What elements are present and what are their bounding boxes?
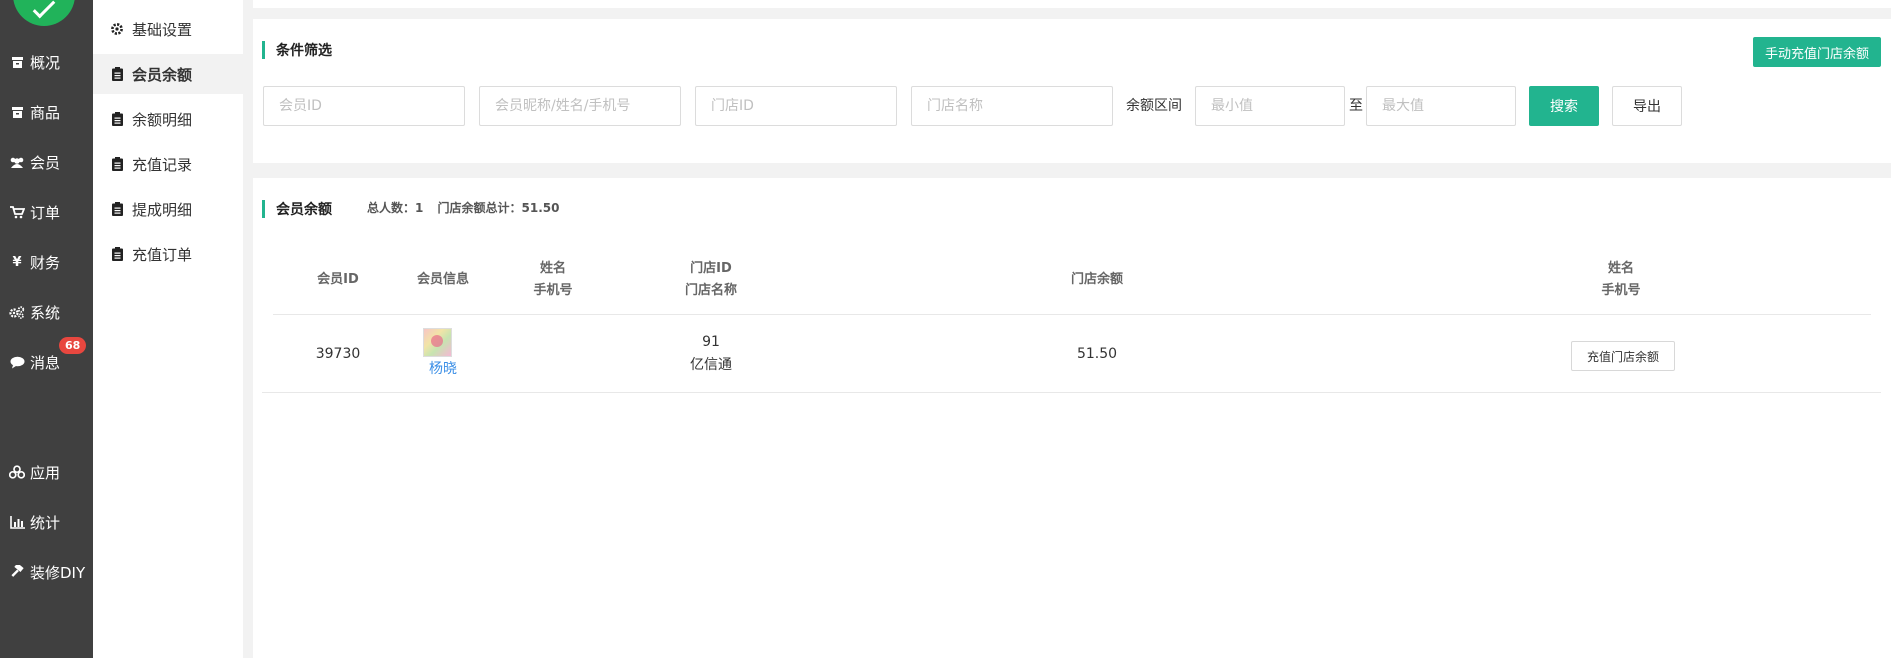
main-sidebar: 概况 商品 会员 订单 ¥ 财务 系统 消息 68 应用 统计 装修DIY — [0, 0, 93, 658]
gavel-icon — [9, 564, 25, 580]
chat-icon — [9, 354, 25, 370]
subnav-item-commission-detail[interactable]: 提成明细 — [93, 189, 243, 229]
subnav-item-label: 余额明细 — [132, 110, 193, 129]
header-name-phone-2: 姓名 手机号 — [1561, 258, 1681, 302]
range-separator: 至 — [1349, 98, 1363, 114]
member-id-input[interactable] — [263, 86, 465, 126]
nav-item-label: 装修DIY — [30, 563, 86, 582]
member-avatar — [423, 328, 452, 357]
nav-item-system[interactable]: 系统 — [0, 292, 93, 332]
nav-item-orders[interactable]: 订单 — [0, 192, 93, 232]
list-title-text: 会员余额 — [276, 202, 332, 218]
manual-recharge-button[interactable]: 手动充值门店余额 — [1753, 37, 1881, 67]
cell-store-name: 亿信通 — [690, 357, 732, 373]
subnav-item-recharge-orders[interactable]: 充值订单 — [93, 234, 243, 274]
filter-title: 条件筛选 — [262, 40, 332, 60]
header-name-phone: 姓名 手机号 — [503, 258, 603, 302]
cubes-icon — [9, 464, 25, 480]
logo-check-icon — [32, 0, 56, 19]
clipboard-icon — [110, 247, 124, 261]
nav-item-members[interactable]: 会员 — [0, 142, 93, 182]
member-name-link[interactable]: 杨晓 — [398, 358, 488, 380]
nav-item-label: 会员 — [30, 153, 61, 172]
nav-item-label: 商品 — [30, 103, 61, 122]
member-name-input[interactable] — [479, 86, 681, 126]
nav-item-finance[interactable]: ¥ 财务 — [0, 242, 93, 282]
subnav-item-basic-settings[interactable]: 基础设置 — [93, 9, 243, 49]
header-phone: 手机号 — [1601, 283, 1641, 298]
brand-logo[interactable] — [13, 0, 75, 26]
min-value-input[interactable] — [1195, 86, 1345, 126]
store-name-input[interactable] — [911, 86, 1113, 126]
nav-item-label: 统计 — [30, 513, 61, 532]
recharge-store-balance-button[interactable]: 充值门店余额 — [1571, 341, 1675, 371]
header-store-name: 门店名称 — [684, 283, 737, 298]
subnav-item-label: 充值记录 — [132, 155, 193, 174]
gears-icon — [9, 304, 25, 320]
store-id-input[interactable] — [695, 86, 897, 126]
max-value-input[interactable] — [1366, 86, 1516, 126]
header-member-id: 会员ID — [317, 272, 359, 287]
header-name: 姓名 — [1607, 261, 1634, 276]
list-title: 会员余额 — [262, 199, 332, 219]
clipboard-icon — [110, 157, 124, 171]
clipboard-icon — [110, 112, 124, 126]
title-accent-bar — [262, 41, 265, 59]
nav-item-statistics[interactable]: 统计 — [0, 502, 93, 542]
users-icon — [9, 154, 25, 170]
header-member-info: 会员信息 — [416, 272, 469, 287]
cart-icon — [9, 204, 25, 220]
gear-icon — [110, 22, 124, 36]
cell-store-id: 91 — [702, 334, 720, 350]
archive-icon — [9, 104, 25, 120]
message-count-badge: 68 — [59, 337, 87, 354]
summary-stats: 总人数：1 门店余额总计：51.50 — [367, 199, 570, 216]
header-store-id: 门店ID — [690, 261, 732, 276]
member-balance-panel: 会员余额 总人数：1 门店余额总计：51.50 会员ID 会员信息 姓名 手机号… — [253, 178, 1891, 658]
nav-item-apps[interactable]: 应用 — [0, 452, 93, 492]
store-balance-total-stat: 门店余额总计：51.50 — [437, 201, 560, 215]
nav-item-label: 概况 — [30, 53, 61, 72]
subnav-item-recharge-records[interactable]: 充值记录 — [93, 144, 243, 184]
header-divider — [273, 314, 1871, 315]
cell-store-balance: 51.50 — [1076, 346, 1118, 362]
search-button[interactable]: 搜索 — [1529, 86, 1599, 126]
nav-item-label: 应用 — [30, 463, 61, 482]
subnav-item-member-balance[interactable]: 会员余额 — [93, 54, 243, 94]
yen-icon: ¥ — [12, 254, 22, 270]
clipboard-icon — [110, 67, 124, 81]
archive-icon — [9, 54, 25, 70]
nav-item-decoration[interactable]: 装修DIY — [0, 552, 93, 592]
nav-item-label: 财务 — [30, 253, 61, 272]
export-button[interactable]: 导出 — [1612, 86, 1682, 126]
sub-sidebar: 基础设置 会员余额 余额明细 充值记录 提成明细 充值订单 — [93, 0, 243, 658]
subnav-item-label: 充值订单 — [132, 245, 193, 264]
nav-item-label: 订单 — [30, 203, 61, 222]
top-card-edge — [253, 0, 1891, 8]
subnav-item-label: 提成明细 — [132, 200, 193, 219]
header-phone: 手机号 — [533, 283, 573, 298]
nav-item-label: 系统 — [30, 303, 61, 322]
title-accent-bar — [262, 200, 265, 218]
filter-panel: 条件筛选 手动充值门店余额 余额区间 至 搜索 导出 — [253, 19, 1891, 163]
nav-item-overview[interactable]: 概况 — [0, 42, 93, 82]
header-store-balance: 门店余额 — [1070, 272, 1123, 287]
clipboard-icon — [110, 202, 124, 216]
header-store: 门店ID 门店名称 — [646, 258, 776, 302]
header-name: 姓名 — [539, 261, 566, 276]
subnav-item-balance-detail[interactable]: 余额明细 — [93, 99, 243, 139]
nav-item-goods[interactable]: 商品 — [0, 92, 93, 132]
filter-title-text: 条件筛选 — [276, 43, 332, 59]
row-divider — [262, 392, 1881, 393]
balance-range-label: 余额区间 — [1126, 98, 1182, 114]
bar-chart-icon — [9, 514, 25, 530]
subnav-item-label: 基础设置 — [132, 20, 193, 39]
nav-item-label: 消息 — [30, 353, 61, 372]
total-people-stat: 总人数：1 — [367, 201, 424, 215]
cell-member-id: 39730 — [315, 346, 361, 362]
subnav-item-label: 会员余额 — [132, 65, 193, 84]
